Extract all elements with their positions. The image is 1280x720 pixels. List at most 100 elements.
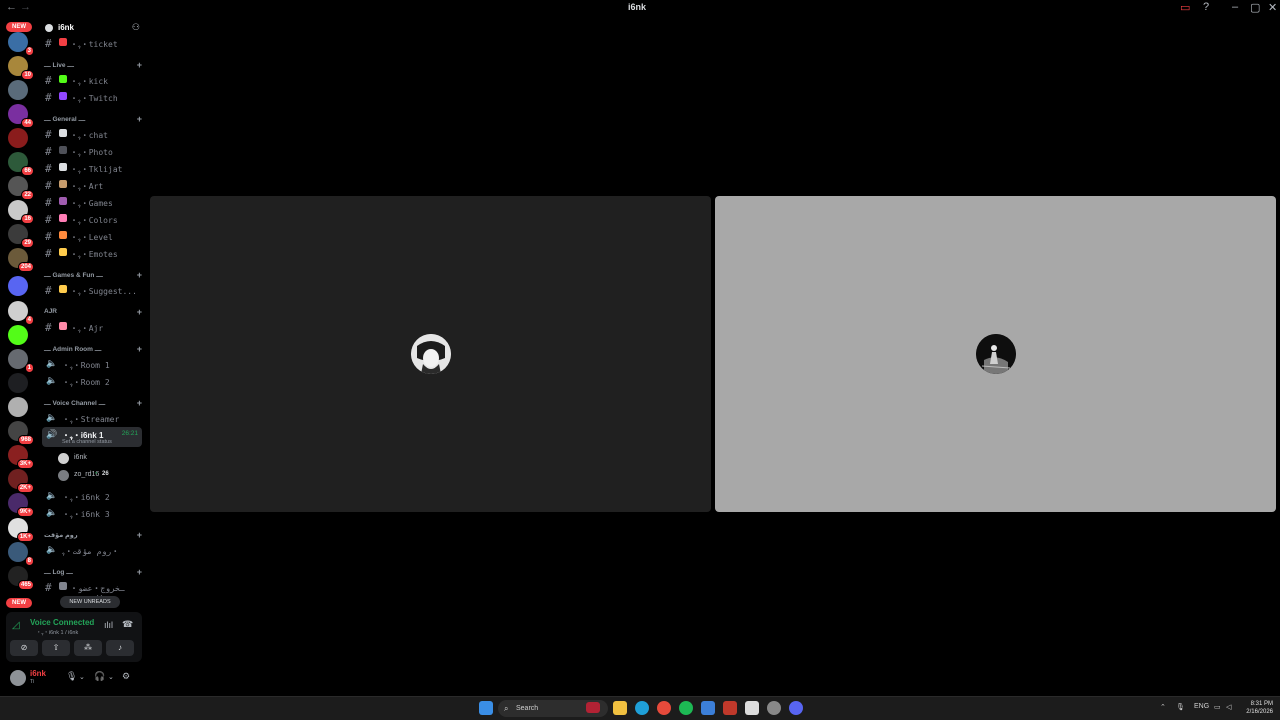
text-channel[interactable]: # ・ﮩ・Art: [42, 178, 142, 193]
forward-arrow-icon[interactable]: →: [20, 1, 31, 13]
text-channel[interactable]: # ・ﮩ・chat: [42, 127, 142, 142]
server-icon[interactable]: 2K+: [8, 469, 34, 493]
screen-share-icon[interactable]: ▭: [1180, 1, 1190, 14]
server-icon[interactable]: 465: [8, 566, 34, 590]
server-icon[interactable]: 22: [8, 176, 34, 200]
text-channel[interactable]: #ـخروج・عضو・السيرفر: [42, 580, 142, 603]
chevron-down-icon[interactable]: ⌄: [79, 673, 85, 681]
voice-channel[interactable]: 🔈 ・ﮩ・Room 2: [42, 374, 142, 389]
chrome-profile-icon[interactable]: [767, 701, 781, 715]
user-name[interactable]: i6nk: [30, 669, 46, 678]
server-icon[interactable]: [8, 325, 28, 345]
network-icon[interactable]: ▭: [1214, 703, 1221, 711]
active-voice-channel[interactable]: 🔊 ・ﮩ・i6nk 1 26:21 Set a channel status: [42, 427, 142, 447]
chevron-down-icon[interactable]: ⌄: [108, 673, 114, 681]
close-icon[interactable]: ✕: [1268, 1, 1277, 14]
channel-status-hint[interactable]: Set a channel status: [62, 439, 112, 445]
create-channel-icon[interactable]: +: [137, 307, 142, 317]
server-icon[interactable]: 1: [8, 349, 34, 373]
chevron-up-icon[interactable]: ⌃: [1160, 703, 1166, 711]
channel-category[interactable]: ـــ General ـــ +: [44, 114, 142, 127]
server-icon[interactable]: [8, 80, 28, 100]
server-icon[interactable]: [8, 276, 28, 296]
voice-channel[interactable]: 🔈 ・ﮩ・i6nk 2: [42, 489, 142, 504]
voice-channel[interactable]: 🔈 ・ﮩ・Streamer: [42, 411, 142, 426]
voice-status[interactable]: Voice Connected: [30, 618, 94, 627]
text-channel[interactable]: # ・ﮩ・Games: [42, 195, 142, 210]
soundboard-button[interactable]: ♪: [106, 640, 134, 656]
microphone-icon[interactable]: 🎙: [66, 671, 77, 682]
edge-icon[interactable]: [635, 701, 649, 715]
minimize-icon[interactable]: –: [1232, 1, 1238, 13]
create-channel-icon[interactable]: +: [137, 530, 142, 540]
create-channel-icon[interactable]: +: [137, 344, 142, 354]
start-icon[interactable]: [479, 701, 493, 715]
server-icon[interactable]: 66: [8, 152, 34, 176]
channel-category[interactable]: ـــ Voice Channel ـــ +: [44, 398, 142, 411]
app-icon[interactable]: [723, 701, 737, 715]
disconnect-icon[interactable]: ☎: [122, 619, 133, 630]
text-channel[interactable]: # ・ﮩ・Emotes: [42, 246, 142, 261]
invite-icon[interactable]: ⚇: [132, 22, 140, 33]
text-channel[interactable]: # ・ﮩ・Twitch: [42, 90, 142, 105]
participant-tile[interactable]: [150, 196, 711, 512]
voice-channel[interactable]: 🔈 ・ﮩ・Room 1: [42, 357, 142, 372]
voice-member[interactable]: zo_rd16 ◔ 26: [58, 469, 142, 483]
create-channel-icon[interactable]: +: [137, 270, 142, 280]
server-icon[interactable]: 44: [8, 104, 34, 128]
activities-button[interactable]: ⁂: [74, 640, 102, 656]
server-icon[interactable]: 16: [8, 200, 34, 224]
channel-category[interactable]: ـــ Games & Fun ـــ +: [44, 270, 142, 283]
text-channel[interactable]: # ・ﮩ・kick: [42, 73, 142, 88]
text-channel[interactable]: # ・ﮩ・Tklijat: [42, 161, 142, 176]
server-icon[interactable]: [8, 373, 28, 393]
create-channel-icon[interactable]: +: [137, 398, 142, 408]
guild-header[interactable]: i6nk ⚇: [38, 20, 146, 36]
voice-subtitle[interactable]: ・ﮩ・i6nk 1 / i6nk: [36, 628, 78, 637]
channel-category[interactable]: AJR +: [44, 307, 142, 320]
text-channel[interactable]: # ・ﮩ・Photo: [42, 144, 142, 159]
discord-icon[interactable]: [789, 701, 803, 715]
server-icon[interactable]: 1K+: [8, 518, 34, 542]
text-channel[interactable]: # ・ﮩ・Level: [42, 229, 142, 244]
clock[interactable]: 8:31 PM 2/16/2026: [1243, 700, 1273, 716]
app-icon[interactable]: [745, 701, 759, 715]
signal-icon[interactable]: ◿: [12, 620, 20, 631]
text-channel[interactable]: # ・ﮩ・Ajr: [42, 320, 142, 335]
server-icon[interactable]: 4: [8, 301, 34, 325]
new-badge-top[interactable]: NEW: [6, 22, 32, 32]
server-icon[interactable]: 10: [8, 56, 34, 80]
help-icon[interactable]: ?: [1203, 1, 1209, 13]
new-badge-bottom[interactable]: NEW: [6, 598, 32, 608]
volume-icon[interactable]: ◁: [1226, 703, 1231, 711]
channel-category[interactable]: ـــ Live ـــ +: [44, 60, 142, 73]
back-arrow-icon[interactable]: ←: [6, 1, 17, 13]
voice-channel[interactable]: 🔈 ・ﮩ・i6nk 3: [42, 506, 142, 521]
server-icon[interactable]: 29: [8, 224, 34, 248]
channel-category[interactable]: روم مؤقت +: [44, 530, 142, 543]
noise-suppression-icon[interactable]: ılıl: [104, 620, 113, 630]
gear-icon[interactable]: ⚙: [122, 671, 130, 682]
text-channel[interactable]: # ・ﮩ・Colors: [42, 212, 142, 227]
voice-member[interactable]: i6nk: [58, 452, 142, 466]
share-screen-button[interactable]: ⇧: [42, 640, 70, 656]
server-icon[interactable]: 8: [8, 542, 34, 566]
participant-tile[interactable]: [715, 196, 1276, 512]
server-icon[interactable]: 3: [8, 32, 34, 56]
avatar[interactable]: [10, 670, 26, 686]
create-channel-icon[interactable]: +: [137, 567, 142, 577]
file-explorer-icon[interactable]: [613, 701, 627, 715]
text-channel[interactable]: # ・ﮩ・Suggest...: [42, 283, 142, 298]
server-icon[interactable]: 968: [8, 421, 34, 445]
language-indicator[interactable]: ENG: [1194, 703, 1209, 710]
server-icon[interactable]: [8, 397, 28, 417]
voice-channel[interactable]: 🔈 روم مؤقت・ﮩ・: [42, 543, 142, 558]
headphones-icon[interactable]: 🎧: [94, 671, 105, 682]
text-channel[interactable]: # ・ﮩ・ticket: [42, 36, 142, 51]
server-icon[interactable]: 9K+: [8, 493, 34, 517]
microphone-icon[interactable]: 🎙: [1176, 703, 1185, 711]
server-icon[interactable]: [8, 128, 28, 148]
channel-category[interactable]: ـــ Log ـــ +: [44, 567, 142, 580]
server-icon[interactable]: 3K+: [8, 445, 34, 469]
maximize-icon[interactable]: ▢: [1250, 1, 1260, 14]
